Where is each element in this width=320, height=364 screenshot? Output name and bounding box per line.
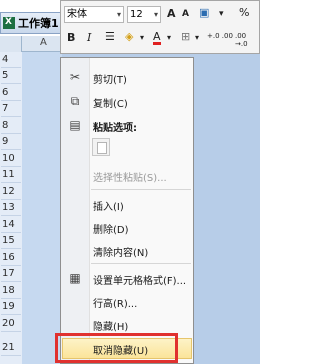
row-header[interactable]: 17 bbox=[1, 266, 21, 282]
menu-item-label: 复制(C) bbox=[93, 99, 128, 110]
menu-item-label: 设置单元格格式(F)... bbox=[93, 276, 187, 287]
font-name-select[interactable]: 宋体 ▾ bbox=[64, 6, 124, 23]
excel-icon bbox=[3, 17, 15, 29]
menu-separator bbox=[91, 263, 191, 264]
scissors-icon: ✂ bbox=[69, 70, 81, 84]
increase-decimal-button[interactable]: +.0 .00 bbox=[207, 32, 233, 40]
chevron-down-icon[interactable]: ▾ bbox=[167, 33, 171, 42]
menu-item-insert[interactable]: 插入(I) bbox=[61, 193, 193, 215]
row-header[interactable]: 19 bbox=[1, 299, 21, 315]
row-header[interactable]: 4 bbox=[1, 52, 21, 68]
menu-item-label: 插入(I) bbox=[93, 202, 124, 213]
row-header[interactable]: 18 bbox=[1, 283, 21, 299]
menu-item-format-cells[interactable]: ▦ 设置单元格格式(F)... bbox=[61, 267, 193, 289]
menu-separator bbox=[91, 189, 191, 190]
workbook-tab[interactable]: 工作簿1 bbox=[0, 12, 64, 34]
border-icon[interactable]: ⊞ bbox=[181, 30, 190, 43]
row-header[interactable]: 7 bbox=[1, 101, 21, 117]
workbook-title: 工作簿1 bbox=[18, 17, 59, 30]
font-color-button[interactable]: A bbox=[153, 31, 161, 45]
row-header[interactable]: 14 bbox=[1, 217, 21, 233]
percent-style-button[interactable]: % bbox=[239, 6, 249, 19]
menu-item-copy[interactable]: ⧉ 复制(C) bbox=[61, 90, 193, 112]
row-header[interactable]: 11 bbox=[1, 167, 21, 183]
chevron-down-icon[interactable]: ▾ bbox=[195, 33, 199, 42]
select-all-corner[interactable] bbox=[0, 36, 22, 52]
column-header-a[interactable]: A bbox=[40, 37, 47, 48]
chevron-down-icon: ▾ bbox=[153, 10, 158, 19]
align-center-icon[interactable]: ☰ bbox=[105, 30, 115, 43]
menu-item-label: 清除内容(N) bbox=[93, 248, 149, 259]
row-header[interactable]: 5 bbox=[1, 68, 21, 84]
bold-button[interactable]: B bbox=[67, 31, 75, 44]
menu-item-label: 粘贴选项: bbox=[93, 123, 137, 134]
menu-item-paste-special[interactable]: 选择性粘贴(S)... bbox=[61, 164, 193, 186]
shrink-font-button[interactable]: A bbox=[182, 9, 189, 19]
row-header[interactable]: 9 bbox=[1, 134, 21, 150]
menu-item-label: 删除(D) bbox=[93, 225, 129, 236]
font-name-value: 宋体 bbox=[67, 9, 87, 20]
fill-color-icon[interactable]: ◈ bbox=[125, 30, 133, 43]
context-menu: ✂ 剪切(T) ⧉ 复制(C) ▤ 粘贴选项: 选择性粘贴(S)... 插入(I… bbox=[60, 57, 194, 364]
grow-font-button[interactable]: A bbox=[167, 7, 176, 20]
row-header[interactable]: 6 bbox=[1, 85, 21, 101]
paste-icon: ▤ bbox=[69, 118, 81, 132]
menu-item-label: 行高(R)... bbox=[93, 299, 138, 310]
chevron-down-icon[interactable]: ▾ bbox=[140, 33, 144, 42]
menu-item-hide[interactable]: 隐藏(H) bbox=[61, 313, 193, 335]
copy-icon: ⧉ bbox=[70, 94, 80, 108]
row-header[interactable]: 15 bbox=[1, 233, 21, 249]
chevron-down-icon: ▾ bbox=[116, 10, 121, 19]
menu-item-label: 隐藏(H) bbox=[93, 322, 129, 333]
font-size-value: 12 bbox=[130, 9, 143, 20]
decrease-decimal-button[interactable]: .00 →.0 bbox=[235, 32, 259, 48]
menu-item-cut[interactable]: ✂ 剪切(T) bbox=[61, 66, 193, 88]
row-header[interactable]: 16 bbox=[1, 250, 21, 266]
row-header[interactable]: 12 bbox=[1, 184, 21, 200]
menu-item-row-height[interactable]: 行高(R)... bbox=[61, 290, 193, 312]
menu-item-delete[interactable]: 删除(D) bbox=[61, 216, 193, 238]
font-size-select[interactable]: 12 ▾ bbox=[127, 6, 161, 23]
format-painter-icon[interactable]: ▣ bbox=[199, 6, 209, 19]
row-header[interactable]: 8 bbox=[1, 118, 21, 134]
menu-item-label: 剪切(T) bbox=[93, 75, 127, 86]
italic-button[interactable]: I bbox=[87, 31, 91, 44]
unhide-callout-box bbox=[55, 333, 178, 363]
cells-column-a[interactable] bbox=[22, 52, 62, 364]
menu-item-clear-contents[interactable]: 清除内容(N) bbox=[61, 239, 193, 261]
row-header[interactable]: 13 bbox=[1, 200, 21, 216]
mini-toolbar: 宋体 ▾ 12 ▾ A A ▣ ▾ % B I ☰ ◈ ▾ A ▾ ⊞ ▾ +.… bbox=[60, 0, 260, 54]
format-cells-icon: ▦ bbox=[69, 271, 81, 285]
paste-option-icon[interactable] bbox=[92, 138, 110, 156]
menu-item-paste-options: ▤ 粘贴选项: bbox=[61, 114, 193, 136]
row-header[interactable]: 21 bbox=[1, 340, 21, 356]
menu-item-label: 选择性粘贴(S)... bbox=[93, 173, 167, 184]
row-header[interactable]: 20 bbox=[1, 316, 21, 332]
chevron-down-icon[interactable]: ▾ bbox=[219, 9, 224, 19]
row-header[interactable]: 10 bbox=[1, 151, 21, 167]
